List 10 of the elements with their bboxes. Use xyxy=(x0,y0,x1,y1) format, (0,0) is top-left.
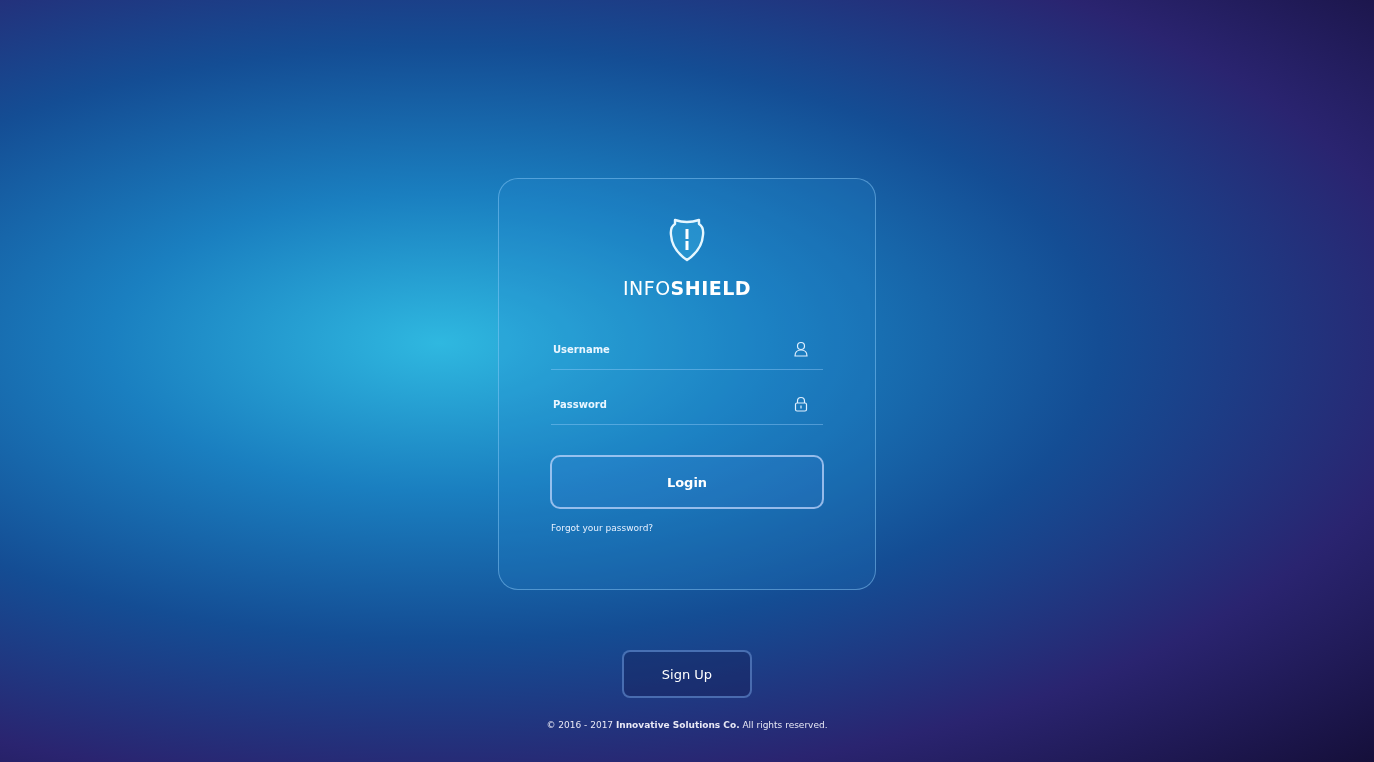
input-field[interactable]: Username xyxy=(551,342,793,356)
forgot-password-link[interactable]: Forgot your password? xyxy=(551,523,654,533)
login-button[interactable]: Login xyxy=(550,455,824,509)
copyright-text: © 2016 - 2017 Innovative Solutions Co. All rights reserved. xyxy=(546,720,828,730)
sign-up-button[interactable]: Sign Up xyxy=(622,650,752,698)
input-field[interactable]: Password xyxy=(551,397,793,411)
user-icon xyxy=(793,341,809,357)
shield-logo-icon xyxy=(667,217,707,263)
lock-icon xyxy=(793,396,809,412)
logo-text: INFOSHIELD xyxy=(622,277,752,299)
